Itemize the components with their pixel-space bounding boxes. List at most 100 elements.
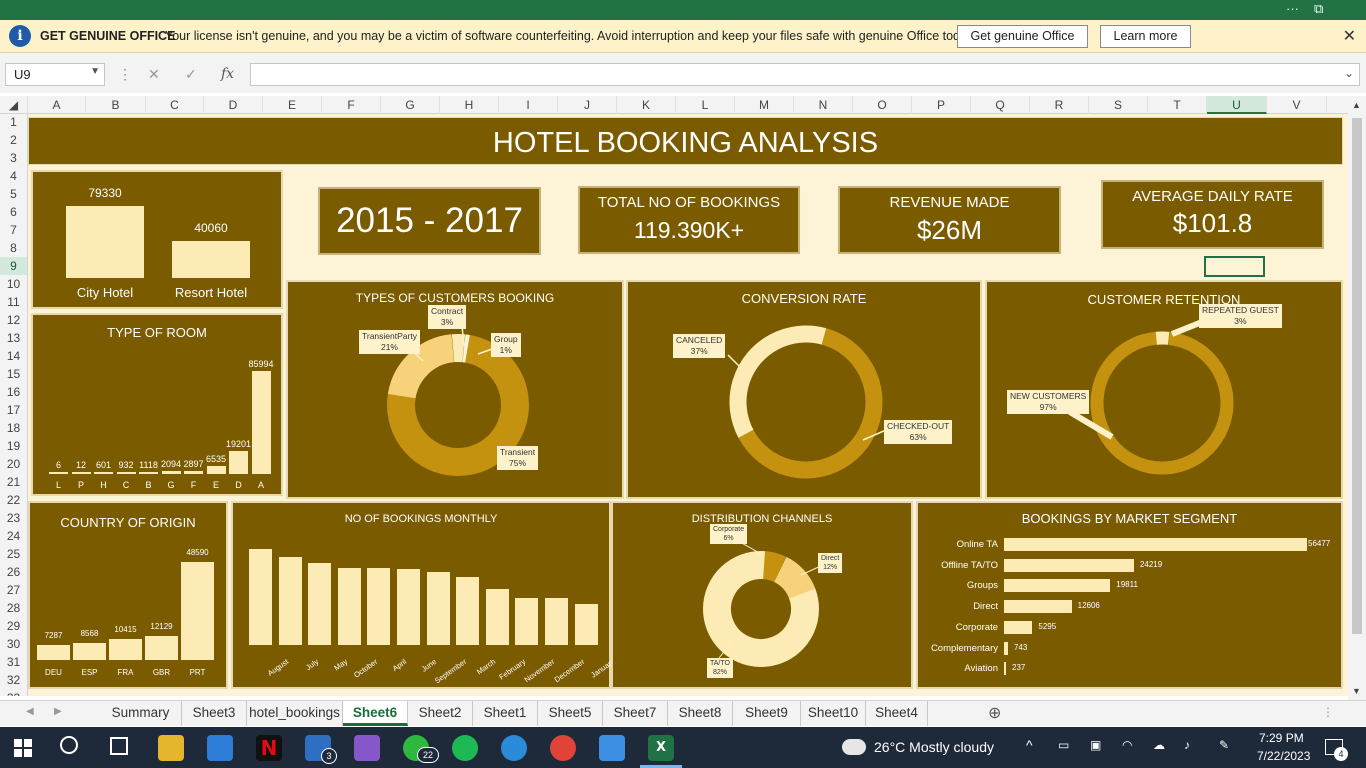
tab-sheet7[interactable]: Sheet7 (603, 701, 668, 726)
column-header-g[interactable]: G (381, 96, 440, 114)
selected-cell-u9[interactable] (1204, 256, 1265, 277)
add-sheet-icon[interactable]: ⊕ (988, 703, 1001, 723)
column-header-c[interactable]: C (146, 96, 204, 114)
column-header-m[interactable]: M (735, 96, 794, 114)
column-header-l[interactable]: L (676, 96, 735, 114)
row-header-33[interactable]: 33 (0, 689, 27, 696)
visual-studio-icon[interactable] (354, 735, 380, 761)
tab-sheet6[interactable]: Sheet6 (343, 701, 408, 726)
learn-more-button[interactable]: Learn more (1100, 25, 1191, 48)
weather-text[interactable]: 26°C Mostly cloudy (874, 739, 994, 755)
column-header-f[interactable]: F (322, 96, 381, 114)
clock-date[interactable]: 7/22/2023 (1257, 749, 1310, 763)
row-header-1[interactable]: 1 (0, 114, 27, 131)
column-header-t[interactable]: T (1148, 96, 1207, 114)
row-header-28[interactable]: 28 (0, 599, 27, 617)
formula-input[interactable]: ⌄ (250, 63, 1360, 86)
row-header-17[interactable]: 17 (0, 401, 27, 419)
tab-sheet10[interactable]: Sheet10 (801, 701, 866, 726)
start-icon[interactable] (14, 739, 32, 757)
column-header-o[interactable]: O (853, 96, 912, 114)
more-icon[interactable]: ··· (1286, 1, 1299, 16)
meet-icon[interactable]: ▣ (1090, 738, 1101, 752)
row-header-26[interactable]: 26 (0, 563, 27, 581)
column-header-a[interactable]: A (28, 96, 86, 114)
store-icon[interactable] (207, 735, 233, 761)
row-header-18[interactable]: 18 (0, 419, 27, 437)
file-explorer-icon[interactable] (158, 735, 184, 761)
expand-formula-icon[interactable]: ⌄ (1344, 66, 1354, 80)
spotify-icon[interactable] (452, 735, 478, 761)
row-header-30[interactable]: 30 (0, 635, 27, 653)
scrollbar-thumb[interactable] (1352, 118, 1362, 634)
row-header-9[interactable]: 9 (0, 257, 27, 275)
row-header-5[interactable]: 5 (0, 185, 27, 203)
column-header-j[interactable]: J (558, 96, 617, 114)
show-hidden-icons[interactable]: ^ (1026, 737, 1033, 753)
select-all-corner[interactable]: ◢ (0, 96, 28, 114)
row-header-27[interactable]: 27 (0, 581, 27, 599)
row-header-24[interactable]: 24 (0, 527, 27, 545)
row-header-6[interactable]: 6 (0, 203, 27, 221)
column-header-u[interactable]: U (1207, 96, 1267, 114)
column-header-p[interactable]: P (912, 96, 971, 114)
tab-scroll-left-icon[interactable]: ◀ (26, 706, 34, 717)
tab-hotel-bookings[interactable]: hotel_bookings (247, 701, 343, 726)
column-header-s[interactable]: S (1089, 96, 1148, 114)
row-header-3[interactable]: 3 (0, 149, 27, 167)
tab-sheet8[interactable]: Sheet8 (668, 701, 733, 726)
row-header-16[interactable]: 16 (0, 383, 27, 401)
photos-icon[interactable] (599, 735, 625, 761)
row-header-19[interactable]: 19 (0, 437, 27, 455)
row-header-14[interactable]: 14 (0, 347, 27, 365)
row-header-15[interactable]: 15 (0, 365, 27, 383)
row-header-29[interactable]: 29 (0, 617, 27, 635)
row-header-2[interactable]: 2 (0, 131, 27, 149)
tab-sheet4[interactable]: Sheet4 (866, 701, 928, 726)
tab-sheet2[interactable]: Sheet2 (408, 701, 473, 726)
scroll-down-icon[interactable]: ▼ (1352, 686, 1361, 696)
enter-icon[interactable]: ✓ (185, 66, 197, 83)
close-icon[interactable]: ✕ (1343, 26, 1356, 46)
excel-icon[interactable]: X (648, 735, 674, 761)
row-header-22[interactable]: 22 (0, 491, 27, 509)
row-header-10[interactable]: 10 (0, 275, 27, 293)
search-icon[interactable] (60, 736, 78, 754)
volume-icon[interactable]: ♪ (1184, 738, 1190, 752)
column-header-v[interactable]: V (1267, 96, 1327, 114)
task-view-icon[interactable] (110, 737, 128, 755)
row-header-21[interactable]: 21 (0, 473, 27, 491)
tab-sheet9[interactable]: Sheet9 (733, 701, 801, 726)
row-header-7[interactable]: 7 (0, 221, 27, 239)
onedrive-icon[interactable]: ☁ (1153, 738, 1165, 752)
edge-icon[interactable] (501, 735, 527, 761)
row-header-20[interactable]: 20 (0, 455, 27, 473)
row-header-31[interactable]: 31 (0, 653, 27, 671)
pen-icon[interactable]: ✎ (1219, 738, 1229, 752)
column-header-b[interactable]: B (86, 96, 146, 114)
tabs-resize-icon[interactable]: ⋮ (1322, 705, 1334, 719)
cancel-icon[interactable]: ✕ (148, 66, 160, 83)
chevron-down-icon[interactable]: ▼ (90, 66, 100, 77)
column-header-d[interactable]: D (204, 96, 263, 114)
column-header-q[interactable]: Q (971, 96, 1030, 114)
row-header-13[interactable]: 13 (0, 329, 27, 347)
restore-icon[interactable]: ⧉ (1314, 1, 1323, 17)
vertical-scrollbar[interactable]: ▲ ▼ (1348, 96, 1366, 700)
tab-scroll-right-icon[interactable]: ▶ (54, 706, 62, 717)
row-header-8[interactable]: 8 (0, 239, 27, 257)
insert-function-icon[interactable]: fx (221, 66, 234, 82)
row-header-4[interactable]: 4 (0, 167, 27, 185)
row-header-25[interactable]: 25 (0, 545, 27, 563)
get-genuine-office-button[interactable]: Get genuine Office (957, 25, 1088, 48)
column-header-h[interactable]: H (440, 96, 499, 114)
column-header-i[interactable]: I (499, 96, 558, 114)
tab-sheet3[interactable]: Sheet3 (182, 701, 247, 726)
sheet-grid[interactable]: HOTEL BOOKING ANALYSIS 79330 40060 City … (28, 114, 1348, 696)
row-header-11[interactable]: 11 (0, 293, 27, 311)
column-header-k[interactable]: K (617, 96, 676, 114)
netflix-icon[interactable]: N (256, 735, 282, 761)
column-header-n[interactable]: N (794, 96, 853, 114)
row-header-32[interactable]: 32 (0, 671, 27, 689)
battery-icon[interactable]: ▭ (1058, 738, 1069, 752)
